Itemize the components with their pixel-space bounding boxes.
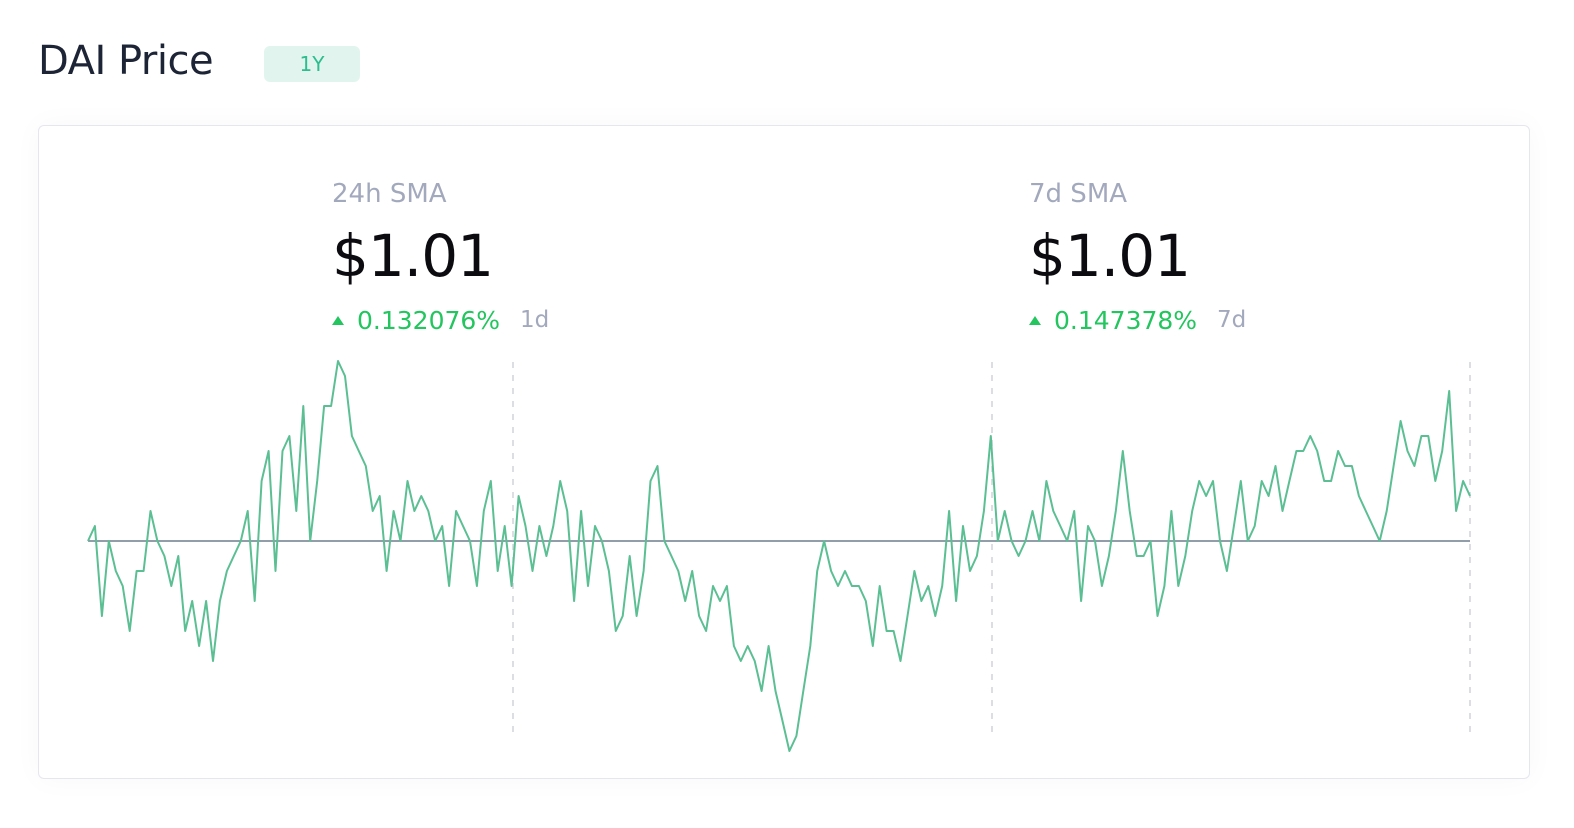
price-line-chart (87, 360, 1471, 752)
price-line-series (87, 360, 1471, 752)
